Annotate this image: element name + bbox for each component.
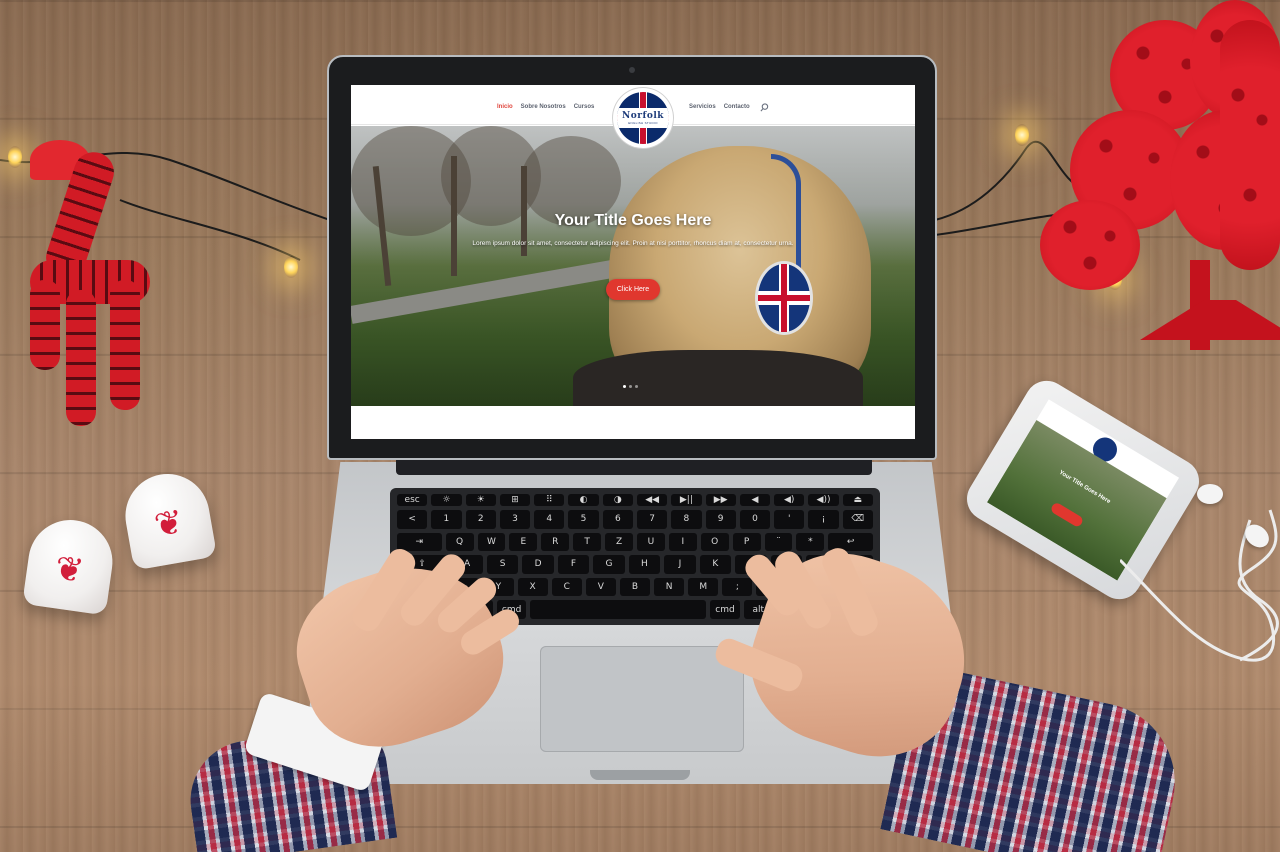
laptop-screen: Inicio Sobre Nosotros Cursos Servicios C… <box>351 85 915 439</box>
search-icon[interactable] <box>760 103 769 112</box>
keyboard-key[interactable]: ◀ <box>739 494 771 506</box>
keyboard-key[interactable]: 0 <box>739 510 771 529</box>
keyboard-key[interactable]: ☀ <box>465 494 496 506</box>
keyboard-key[interactable]: R <box>541 532 570 552</box>
keyboard-key[interactable]: ¡ <box>808 510 839 529</box>
reindeer-leg <box>110 280 140 410</box>
keyboard-key[interactable]: K <box>699 555 732 574</box>
keyboard-key[interactable]: ⇥ <box>397 532 442 552</box>
keyboard-key[interactable]: D <box>522 555 554 574</box>
keyboard-key[interactable]: ☼ <box>431 494 462 506</box>
hero-cta-button[interactable]: Click Here <box>606 279 660 300</box>
hero-text: Lorem ipsum dolor sit amet, consectetur … <box>472 240 794 247</box>
logo-title: Norfolk <box>621 111 664 121</box>
keyboard-key[interactable]: ⌫ <box>842 510 873 529</box>
keyboard-key[interactable]: S <box>486 555 519 574</box>
keyboard-key[interactable]: Z <box>605 532 633 552</box>
keyboard-key[interactable]: B <box>619 577 651 597</box>
keyboard-key[interactable]: ◐ <box>568 494 599 506</box>
keyboard-key[interactable]: 8 <box>671 510 702 529</box>
keyboard-key[interactable]: ◀◀ <box>636 494 668 506</box>
keyboard-row: ⇥ Q W E R T Z U I O P ¨ * ↩ <box>397 532 873 552</box>
union-jack-headphone-icon <box>758 264 810 332</box>
bell-pattern-icon: ❦ <box>151 502 187 546</box>
bell-pattern-icon: ❦ <box>52 549 87 591</box>
slider-dots <box>623 385 638 388</box>
earphone-cable <box>1120 509 1279 662</box>
webcam-icon <box>629 67 635 73</box>
keyboard-row: <1 2 3 4 5 6 7 8 9 0 ' ¡ ⌫ <box>397 510 873 529</box>
slider-dot[interactable] <box>629 385 632 388</box>
keyboard-key[interactable]: esc <box>397 494 428 506</box>
keyboard-key[interactable]: J <box>664 555 696 574</box>
key-space[interactable] <box>530 600 707 619</box>
keyboard-key[interactable]: E <box>509 532 538 552</box>
keyboard-key[interactable]: 2 <box>465 510 496 529</box>
union-jack-icon: Norfolk ENGLISH STUDIO <box>617 92 669 144</box>
reindeer-leg <box>66 290 96 426</box>
keyboard-key[interactable]: ▶▶ <box>705 494 736 506</box>
hero-slider: Your Title Goes Here Lorem ipsum dolor s… <box>351 126 915 406</box>
light-bulb <box>284 256 298 278</box>
keyboard-key[interactable]: M <box>688 577 719 597</box>
keyboard-key[interactable]: G <box>593 555 625 574</box>
main-nav-left: Inicio Sobre Nosotros Cursos <box>497 104 594 110</box>
keyboard-key[interactable]: ; <box>722 577 753 597</box>
slider-dot[interactable] <box>623 385 626 388</box>
keyboard-key[interactable]: ⊞ <box>499 494 531 506</box>
keyboard-key[interactable]: F <box>557 555 590 574</box>
nav-item-contacto[interactable]: Contacto <box>724 104 750 110</box>
keyboard-key[interactable]: W <box>477 532 506 552</box>
keyboard-key[interactable]: 9 <box>705 510 736 529</box>
keyboard-key[interactable]: ◀) <box>774 494 805 506</box>
keyboard-key[interactable]: ¨ <box>764 532 793 552</box>
phone-cta-button <box>1049 501 1085 529</box>
nav-item-servicios[interactable]: Servicios <box>689 104 716 110</box>
main-nav-right: Servicios Contacto <box>689 104 750 110</box>
keyboard-key[interactable]: Q <box>445 532 474 552</box>
keyboard-key[interactable]: 6 <box>602 510 633 529</box>
slider-dot[interactable] <box>635 385 638 388</box>
keyboard-key[interactable]: cmd <box>710 600 740 619</box>
keyboard-key[interactable]: 4 <box>534 510 565 529</box>
keyboard-key[interactable]: C <box>551 577 582 597</box>
keyboard-key[interactable]: 3 <box>499 510 531 529</box>
keyboard-key[interactable]: O <box>700 532 729 552</box>
keyboard-key[interactable]: < <box>397 510 428 529</box>
site-logo[interactable]: Norfolk ENGLISH STUDIO <box>613 88 673 148</box>
trackpad[interactable] <box>540 646 744 752</box>
keyboard-key[interactable]: * <box>796 532 825 552</box>
keyboard-key[interactable]: P <box>732 532 761 552</box>
hero-title: Your Title Goes Here <box>554 212 712 229</box>
keyboard-key[interactable]: 7 <box>636 510 668 529</box>
ceramic-bell: ❦ <box>22 514 118 616</box>
red-lace-tree-ornament <box>1040 0 1280 350</box>
nav-item-sobre-nosotros[interactable]: Sobre Nosotros <box>521 104 566 110</box>
logo-subtitle: ENGLISH STUDIO <box>628 121 658 125</box>
keyboard-key[interactable]: H <box>628 555 661 574</box>
keyboard-key[interactable]: ⏏ <box>842 494 873 506</box>
keyboard-key[interactable]: ▶|| <box>671 494 702 506</box>
reindeer-leg <box>30 280 60 370</box>
nav-item-inicio[interactable]: Inicio <box>497 104 513 110</box>
ceramic-bell: ❦ <box>118 467 218 571</box>
keyboard-key[interactable]: ⠿ <box>534 494 565 506</box>
keyboard-key[interactable]: ◑ <box>602 494 633 506</box>
keyboard-key[interactable]: 5 <box>568 510 599 529</box>
earbud-icon <box>1197 484 1223 504</box>
keyboard-row: esc ☼ ☀ ⊞ ⠿ ◐ ◑ ◀◀ ▶|| ▶▶ ◀ ◀) ◀)) ⏏ <box>397 494 873 506</box>
keyboard-key[interactable]: T <box>573 532 602 552</box>
keyboard-key[interactable]: I <box>668 532 697 552</box>
keyboard-key[interactable]: 1 <box>431 510 462 529</box>
keyboard-key[interactable]: X <box>517 577 548 597</box>
laptop-lid: Inicio Sobre Nosotros Cursos Servicios C… <box>327 55 937 460</box>
light-bulb <box>1015 124 1029 146</box>
nav-item-cursos[interactable]: Cursos <box>574 104 595 110</box>
keyboard-key[interactable]: N <box>654 577 685 597</box>
keyboard-key[interactable]: ' <box>774 510 805 529</box>
yarn-reindeer-ornament <box>0 140 170 430</box>
keyboard-key[interactable]: U <box>636 532 665 552</box>
keyboard-key[interactable]: ◀)) <box>808 494 839 506</box>
keyboard-key[interactable]: V <box>585 577 616 597</box>
